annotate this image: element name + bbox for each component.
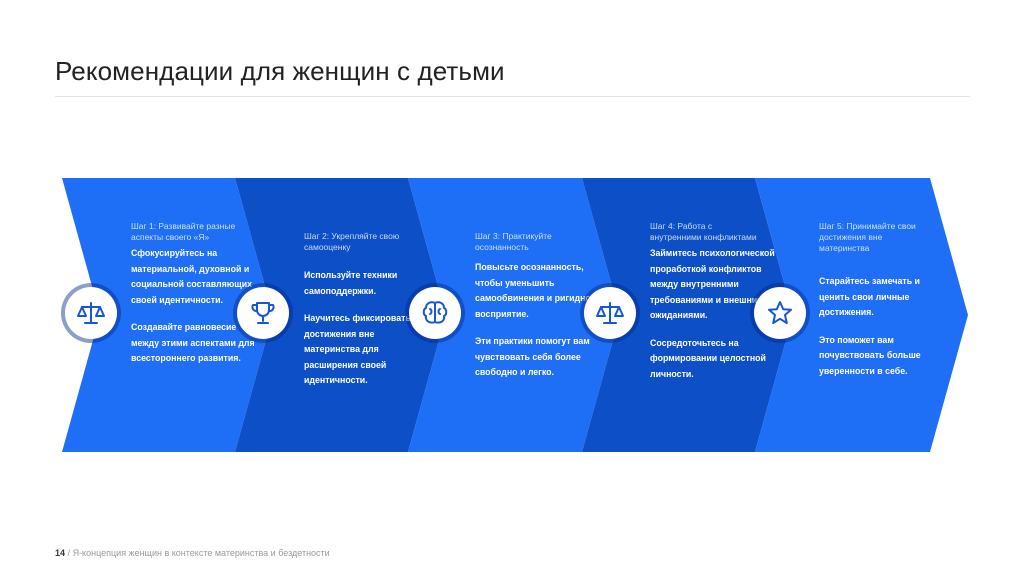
page-number: 14: [55, 548, 66, 558]
step-3-paragraph-2: Эти практики помогут вам чувствовать себ…: [475, 336, 590, 377]
step-4-paragraph-2: Сосредоточьтесь на формировании целостно…: [650, 337, 766, 379]
step-5-icon-badge: [754, 287, 806, 339]
brain-icon: [422, 301, 448, 324]
step-3-body: Повысьте осознанность, чтобы уменьшить с…: [475, 260, 600, 393]
step-1-icon-badge: [65, 287, 117, 339]
scales-icon: [596, 302, 624, 324]
step-2-body: Используйте техники самоподдержки. Научи…: [304, 268, 429, 401]
step-4-icon-badge: [584, 287, 636, 339]
step-5-header: Шаг 5: Принимайте свои достижения вне ма…: [819, 221, 916, 253]
step-2-icon-badge: [237, 287, 289, 339]
footer-separator: /: [67, 548, 71, 558]
step-3-paragraph-1: Повысьте осознанность, чтобы уменьшить с…: [475, 262, 596, 319]
trophy-icon: [251, 302, 275, 324]
step-3-header: Шаг 3: Практикуйте осознанность: [475, 231, 552, 252]
star-icon: [768, 301, 792, 324]
step-4-header: Шаг 4: Работа с внутренними конфликтами: [650, 221, 757, 242]
step-5-paragraph-1: Старайтесь замечать и ценить свои личные…: [819, 276, 920, 317]
slide-footer: 14 / Я-концепция женщин в контексте мате…: [55, 548, 330, 558]
step-3-icon-badge: [409, 287, 461, 339]
step-5-body: Старайтесь замечать и ценить свои личные…: [819, 274, 924, 391]
step-2-paragraph-1: Используйте техники самоподдержки.: [304, 270, 398, 296]
step-1-header: Шаг 1: Развивайте разные аспекты своего …: [131, 221, 236, 242]
step-1-paragraph-2: Создавайте равновесие между этими аспект…: [131, 322, 255, 363]
scales-icon: [77, 302, 105, 324]
step-1-paragraph-1: Сфокусируйтесь на материальной, духовной…: [131, 248, 253, 305]
step-5-paragraph-2: Это поможет вам почувствовать больше уве…: [819, 334, 921, 376]
step-2-header: Шаг 2: Укрепляйте свою самооценку: [304, 231, 400, 252]
footer-caption: Я-концепция женщин в контексте материнст…: [72, 548, 330, 558]
